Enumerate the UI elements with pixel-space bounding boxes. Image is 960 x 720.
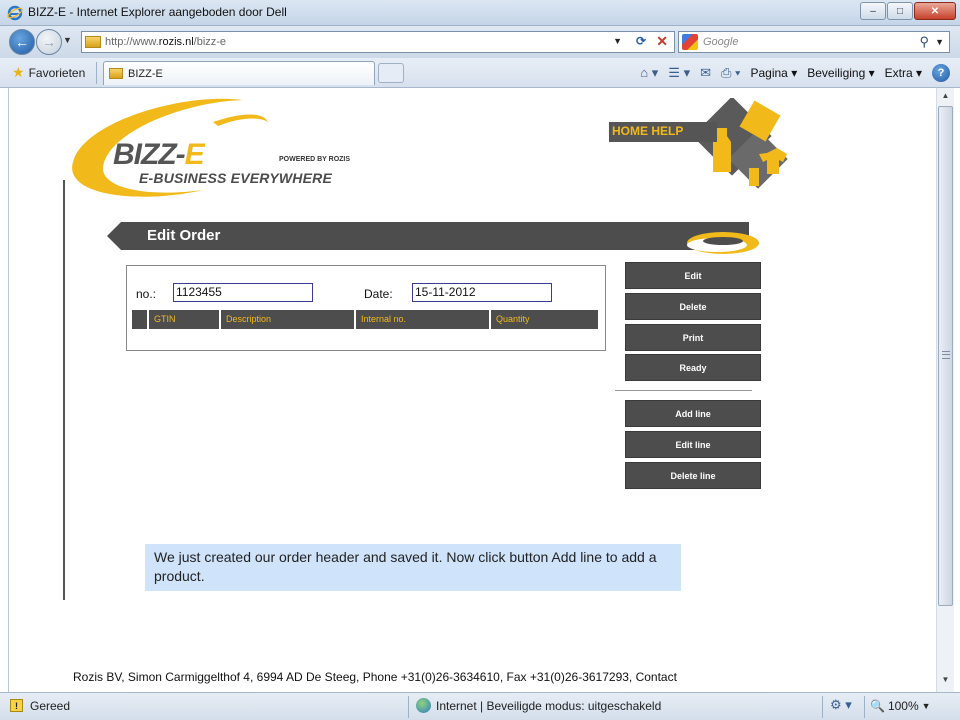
- logo-powered: POWERED BY ROZIS: [279, 156, 351, 163]
- bizz-e-logo[interactable]: BIZZ-E POWERED BY ROZIS E-BUSINESS EVERY…: [63, 92, 373, 204]
- security-zone[interactable]: Internet | Beveiligde modus: uitgeschake…: [436, 699, 661, 713]
- grip-icon: [942, 351, 950, 359]
- status-text: Gereed: [30, 699, 71, 713]
- column-header-select: [132, 310, 147, 329]
- ready-button[interactable]: Ready: [625, 354, 761, 381]
- swoosh-icon: [687, 232, 759, 254]
- print-button[interactable]: Print: [625, 324, 761, 351]
- column-header-internal-no: Internal no.: [356, 310, 489, 329]
- tab-bar: ★ Favorieten BIZZ-E ⌂ ▾ ☰ ▾ ✉ ⎙ ▾ Pagina…: [0, 58, 960, 88]
- zoom-icon: 🔍: [870, 699, 885, 713]
- logo-swoosh-icon: [72, 98, 268, 197]
- zoom-dropdown-icon[interactable]: ▼: [922, 701, 931, 711]
- products-diamond-icon: [692, 98, 788, 189]
- new-tab-button[interactable]: [378, 63, 404, 83]
- navigation-bar: ← → ▼ http://www.rozis.nl/bizz-e ▼ ⟳ ✕ G…: [0, 26, 960, 58]
- feeds-icon[interactable]: ☰ ▾: [668, 65, 690, 81]
- maximize-button[interactable]: □: [887, 2, 913, 20]
- address-bar[interactable]: http://www.rozis.nl/bizz-e ▼ ⟳ ✕: [81, 31, 675, 53]
- separator: [96, 62, 97, 84]
- edit-button[interactable]: Edit: [625, 262, 761, 289]
- delete-line-button[interactable]: Delete line: [625, 462, 761, 489]
- window-controls: – □ ✕: [860, 2, 956, 20]
- separator: [408, 696, 409, 718]
- scroll-up-icon[interactable]: ▲: [939, 91, 952, 105]
- search-box[interactable]: Google ⚲ ▼: [678, 31, 950, 53]
- logo-tagline: E-BUSINESS EVERYWHERE: [139, 170, 332, 186]
- back-button[interactable]: ←: [9, 29, 35, 55]
- search-icon[interactable]: ⚲: [919, 34, 929, 50]
- favorites-button[interactable]: ★ Favorieten: [12, 64, 85, 81]
- extra-menu[interactable]: Extra ▾: [885, 66, 922, 80]
- separator: [864, 696, 865, 718]
- site-favicon: [85, 36, 101, 48]
- security-menu[interactable]: Beveiliging ▾: [807, 66, 874, 80]
- url-text[interactable]: http://www.rozis.nl/bizz-e: [105, 36, 226, 48]
- internet-explorer-icon: [7, 5, 23, 21]
- scroll-down-icon[interactable]: ▼: [939, 675, 952, 689]
- status-bar: ! Gereed Internet | Beveiligde modus: ui…: [0, 692, 960, 720]
- help-icon[interactable]: ?: [932, 64, 950, 82]
- minimize-button[interactable]: –: [860, 2, 886, 20]
- vertical-scrollbar[interactable]: ▲ ▼: [936, 88, 954, 692]
- star-icon: ★: [12, 64, 25, 80]
- favorites-label: Favorieten: [28, 65, 86, 80]
- stop-icon[interactable]: ✕: [656, 33, 668, 50]
- command-bar: ⌂ ▾ ☰ ▾ ✉ ⎙ ▾ Pagina ▾ Beveiliging ▾ Ext…: [640, 64, 950, 82]
- order-header-form: no.: 1123455 Date: 15-11-2012 GTIN Descr…: [126, 265, 606, 351]
- history-dropdown-icon[interactable]: ▼: [63, 35, 72, 45]
- page-footer: Rozis BV, Simon Carmiggelthof 4, 6994 AD…: [73, 670, 677, 684]
- order-date-label: Date:: [364, 287, 393, 301]
- tutorial-callout: We just created our order header and sav…: [145, 544, 681, 591]
- order-date-input[interactable]: 15-11-2012: [412, 283, 552, 302]
- column-header-gtin: GTIN: [149, 310, 219, 329]
- google-icon: [682, 34, 698, 50]
- window-title: BIZZ-E - Internet Explorer aangeboden do…: [28, 5, 287, 19]
- separator: [822, 696, 823, 718]
- edit-line-button[interactable]: Edit line: [625, 431, 761, 458]
- protected-mode-icon[interactable]: ⚙ ▾: [830, 697, 852, 713]
- tab-bizz-e[interactable]: BIZZ-E: [103, 61, 375, 85]
- delete-button[interactable]: Delete: [625, 293, 761, 320]
- add-line-button[interactable]: Add line: [625, 400, 761, 427]
- button-divider: [615, 390, 752, 391]
- forward-button[interactable]: →: [36, 29, 62, 55]
- mail-icon[interactable]: ✉: [700, 65, 711, 81]
- page-title: Edit Order: [121, 222, 749, 250]
- scroll-thumb[interactable]: [938, 106, 953, 606]
- address-dropdown-icon[interactable]: ▼: [613, 36, 622, 46]
- warning-icon: !: [10, 699, 23, 712]
- column-header-quantity: Quantity: [491, 310, 598, 329]
- title-bar: BIZZ-E - Internet Explorer aangeboden do…: [0, 0, 960, 26]
- zoom-control[interactable]: 🔍 100% ▼: [870, 699, 931, 713]
- tab-favicon: [109, 68, 123, 79]
- close-button[interactable]: ✕: [914, 2, 956, 20]
- divider-line: [63, 180, 65, 600]
- back-arrow-icon: [107, 222, 121, 250]
- order-lines-header: GTIN Description Internal no. Quantity: [132, 310, 598, 329]
- print-icon[interactable]: ⎙ ▾: [721, 65, 740, 81]
- tab-title: BIZZ-E: [128, 67, 163, 80]
- logo-brand: BIZZ-E: [113, 138, 205, 171]
- search-input[interactable]: Google: [703, 36, 738, 48]
- zoom-level: 100%: [887, 699, 919, 713]
- order-no-input[interactable]: 1123455: [173, 283, 313, 302]
- page-menu[interactable]: Pagina ▾: [750, 66, 797, 80]
- refresh-icon[interactable]: ⟳: [636, 34, 646, 48]
- page-content: BIZZ-E POWERED BY ROZIS E-BUSINESS EVERY…: [8, 88, 936, 692]
- order-no-label: no.:: [136, 287, 157, 301]
- home-help-link[interactable]: HOME HELP: [609, 122, 717, 142]
- globe-icon: [416, 698, 431, 713]
- column-header-description: Description: [221, 310, 354, 329]
- home-icon[interactable]: ⌂ ▾: [640, 65, 658, 81]
- search-dropdown-icon[interactable]: ▼: [935, 37, 944, 47]
